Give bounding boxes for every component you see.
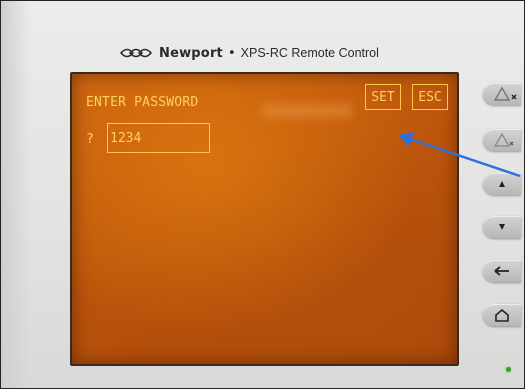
- side-button-1[interactable]: [483, 83, 521, 105]
- password-prompt: ?: [86, 132, 95, 147]
- side-button-up[interactable]: [483, 173, 521, 195]
- arrow-down-icon: [499, 224, 505, 230]
- arrow-up-icon: [499, 181, 505, 187]
- password-field[interactable]: 1234: [107, 123, 210, 153]
- esc-button[interactable]: ESC: [412, 84, 448, 110]
- product-name: XPS-RC Remote Control: [240, 46, 379, 60]
- lcd-screen: ENTER PASSWORD SET ESC ? 1234: [70, 72, 459, 366]
- screen-title: ENTER PASSWORD: [86, 95, 199, 110]
- x-up-icon: [493, 86, 517, 101]
- side-button-home[interactable]: [483, 304, 521, 326]
- side-button-down[interactable]: [483, 216, 521, 238]
- home-icon: [495, 308, 509, 322]
- side-button-left[interactable]: [483, 260, 521, 282]
- brand-name: Newport: [159, 45, 223, 61]
- x-up-small-icon: [493, 132, 514, 147]
- brand-separator: •: [227, 45, 236, 61]
- device-panel: Newport • XPS-RC Remote Control ENTER PA…: [0, 0, 525, 389]
- newport-logo-icon: [119, 48, 153, 58]
- side-button-2[interactable]: [483, 129, 521, 151]
- set-button[interactable]: SET: [365, 84, 401, 110]
- screen-glare: [262, 104, 352, 118]
- brand-header: Newport • XPS-RC Remote Control: [119, 44, 379, 62]
- arrow-left-icon: [494, 266, 509, 276]
- bezel-shadow: [1, 1, 31, 388]
- status-led: [506, 367, 511, 372]
